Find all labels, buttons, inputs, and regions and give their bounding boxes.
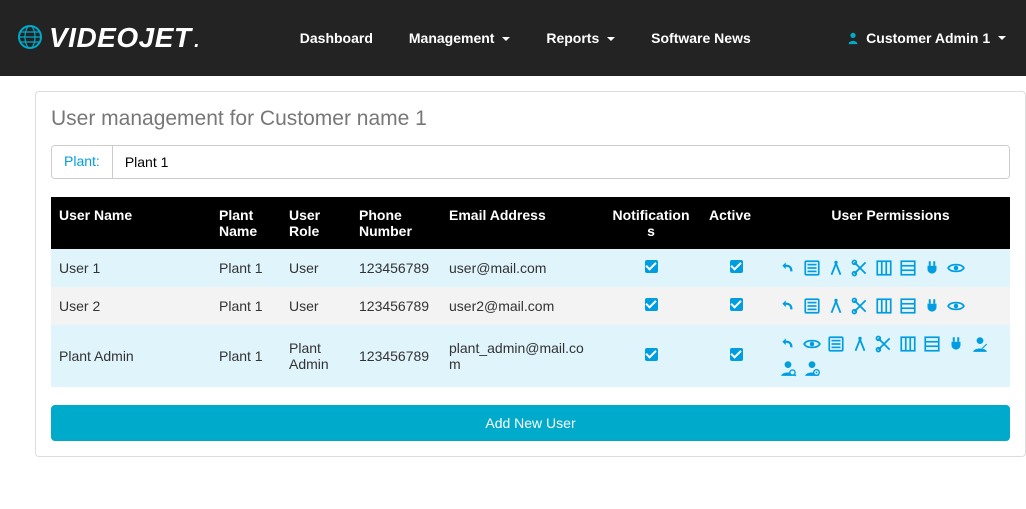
checkbox-checked-icon[interactable]: [730, 260, 743, 273]
brand-text: VIDEOJET: [49, 22, 191, 54]
add-user-button[interactable]: Add New User: [51, 405, 1010, 441]
page-title: User management for Customer name 1: [51, 107, 1010, 131]
globe-icon: [15, 23, 45, 53]
undo-icon[interactable]: [779, 297, 797, 315]
plug-icon[interactable]: [923, 297, 941, 315]
plug-icon[interactable]: [947, 335, 965, 353]
plant-filter: Plant:: [51, 145, 1010, 179]
cell-email: user@mail.com: [441, 249, 601, 287]
scissors-icon[interactable]: [875, 335, 893, 353]
undo-icon[interactable]: [779, 335, 797, 353]
cell-permissions: [771, 325, 1010, 387]
caret-icon: [502, 37, 510, 41]
scissors-icon[interactable]: [851, 297, 869, 315]
col-notifications[interactable]: Notifications: [601, 197, 701, 249]
grid-col-icon[interactable]: [875, 297, 893, 315]
eye-icon[interactable]: [803, 335, 821, 353]
current-user-menu[interactable]: Customer Admin 1: [846, 30, 1006, 46]
cell-phone: 123456789: [351, 249, 441, 287]
cell-phone: 123456789: [351, 287, 441, 325]
grid-row-icon[interactable]: [899, 297, 917, 315]
grid-row-icon[interactable]: [923, 335, 941, 353]
nav-reports[interactable]: Reports: [528, 15, 633, 61]
cell-user-role: User: [281, 287, 351, 325]
user-management-panel: User management for Customer name 1 Plan…: [35, 91, 1026, 457]
col-plant-name[interactable]: Plant Name: [211, 197, 281, 249]
grid-col-icon[interactable]: [875, 259, 893, 277]
cell-notifications: [601, 325, 701, 387]
cell-email: user2@mail.com: [441, 287, 601, 325]
nav-dashboard[interactable]: Dashboard: [282, 15, 391, 61]
cell-plant-name: Plant 1: [211, 249, 281, 287]
grid-row-icon[interactable]: [899, 259, 917, 277]
grid-col-icon[interactable]: [899, 335, 917, 353]
col-user-role[interactable]: User Role: [281, 197, 351, 249]
cell-user-name[interactable]: User 1: [51, 249, 211, 287]
eye-icon[interactable]: [947, 297, 965, 315]
cell-user-name[interactable]: User 2: [51, 287, 211, 325]
cell-permissions: [771, 287, 1010, 325]
cell-notifications: [601, 249, 701, 287]
primary-nav: Dashboard Management Reports Software Ne…: [282, 15, 769, 61]
user-edit-icon[interactable]: [971, 335, 989, 353]
nav-management[interactable]: Management: [391, 15, 528, 61]
cell-active: [701, 287, 771, 325]
table-row: User 2Plant 1User123456789user2@mail.com: [51, 287, 1010, 325]
col-permissions[interactable]: User Permissions: [771, 197, 1010, 249]
cell-user-name[interactable]: Plant Admin: [51, 325, 211, 387]
plant-filter-label[interactable]: Plant:: [52, 146, 113, 178]
list-icon[interactable]: [803, 297, 821, 315]
cell-user-role: Plant Admin: [281, 325, 351, 387]
table-header-row: User Name Plant Name User Role Phone Num…: [51, 197, 1010, 249]
caret-icon: [607, 37, 615, 41]
table-row: Plant AdminPlant 1Plant Admin123456789pl…: [51, 325, 1010, 387]
compass-icon[interactable]: [827, 259, 845, 277]
col-active[interactable]: Active: [701, 197, 771, 249]
list-icon[interactable]: [803, 259, 821, 277]
cell-plant-name: Plant 1: [211, 325, 281, 387]
user-search-icon[interactable]: [779, 359, 797, 377]
cell-active: [701, 325, 771, 387]
brand-dot: .: [193, 22, 201, 54]
nav-management-label: Management: [409, 30, 495, 46]
cell-permissions: [771, 249, 1010, 287]
compass-icon[interactable]: [827, 297, 845, 315]
list-icon[interactable]: [827, 335, 845, 353]
col-email[interactable]: Email Address: [441, 197, 601, 249]
scissors-icon[interactable]: [851, 259, 869, 277]
table-row: User 1Plant 1User123456789user@mail.com: [51, 249, 1010, 287]
eye-icon[interactable]: [947, 259, 965, 277]
user-gear-icon[interactable]: [803, 359, 821, 377]
cell-active: [701, 249, 771, 287]
users-table: User Name Plant Name User Role Phone Num…: [51, 197, 1010, 387]
col-user-name[interactable]: User Name: [51, 197, 211, 249]
checkbox-checked-icon[interactable]: [645, 298, 658, 311]
top-navbar: VIDEOJET. Dashboard Management Reports S…: [0, 0, 1026, 76]
checkbox-checked-icon[interactable]: [730, 298, 743, 311]
checkbox-checked-icon[interactable]: [645, 260, 658, 273]
undo-icon[interactable]: [779, 259, 797, 277]
cell-email: plant_admin@mail.com: [441, 325, 601, 387]
nav-reports-label: Reports: [546, 30, 599, 46]
col-phone[interactable]: Phone Number: [351, 197, 441, 249]
checkbox-checked-icon[interactable]: [645, 348, 658, 361]
brand-logo[interactable]: VIDEOJET.: [15, 22, 202, 54]
cell-plant-name: Plant 1: [211, 287, 281, 325]
compass-icon[interactable]: [851, 335, 869, 353]
caret-icon: [998, 36, 1006, 40]
nav-software-news[interactable]: Software News: [633, 15, 769, 61]
plug-icon[interactable]: [923, 259, 941, 277]
cell-notifications: [601, 287, 701, 325]
person-icon: [846, 31, 860, 45]
checkbox-checked-icon[interactable]: [730, 348, 743, 361]
plant-filter-input[interactable]: [113, 146, 1009, 178]
cell-user-role: User: [281, 249, 351, 287]
current-user-label: Customer Admin 1: [866, 30, 990, 46]
cell-phone: 123456789: [351, 325, 441, 387]
